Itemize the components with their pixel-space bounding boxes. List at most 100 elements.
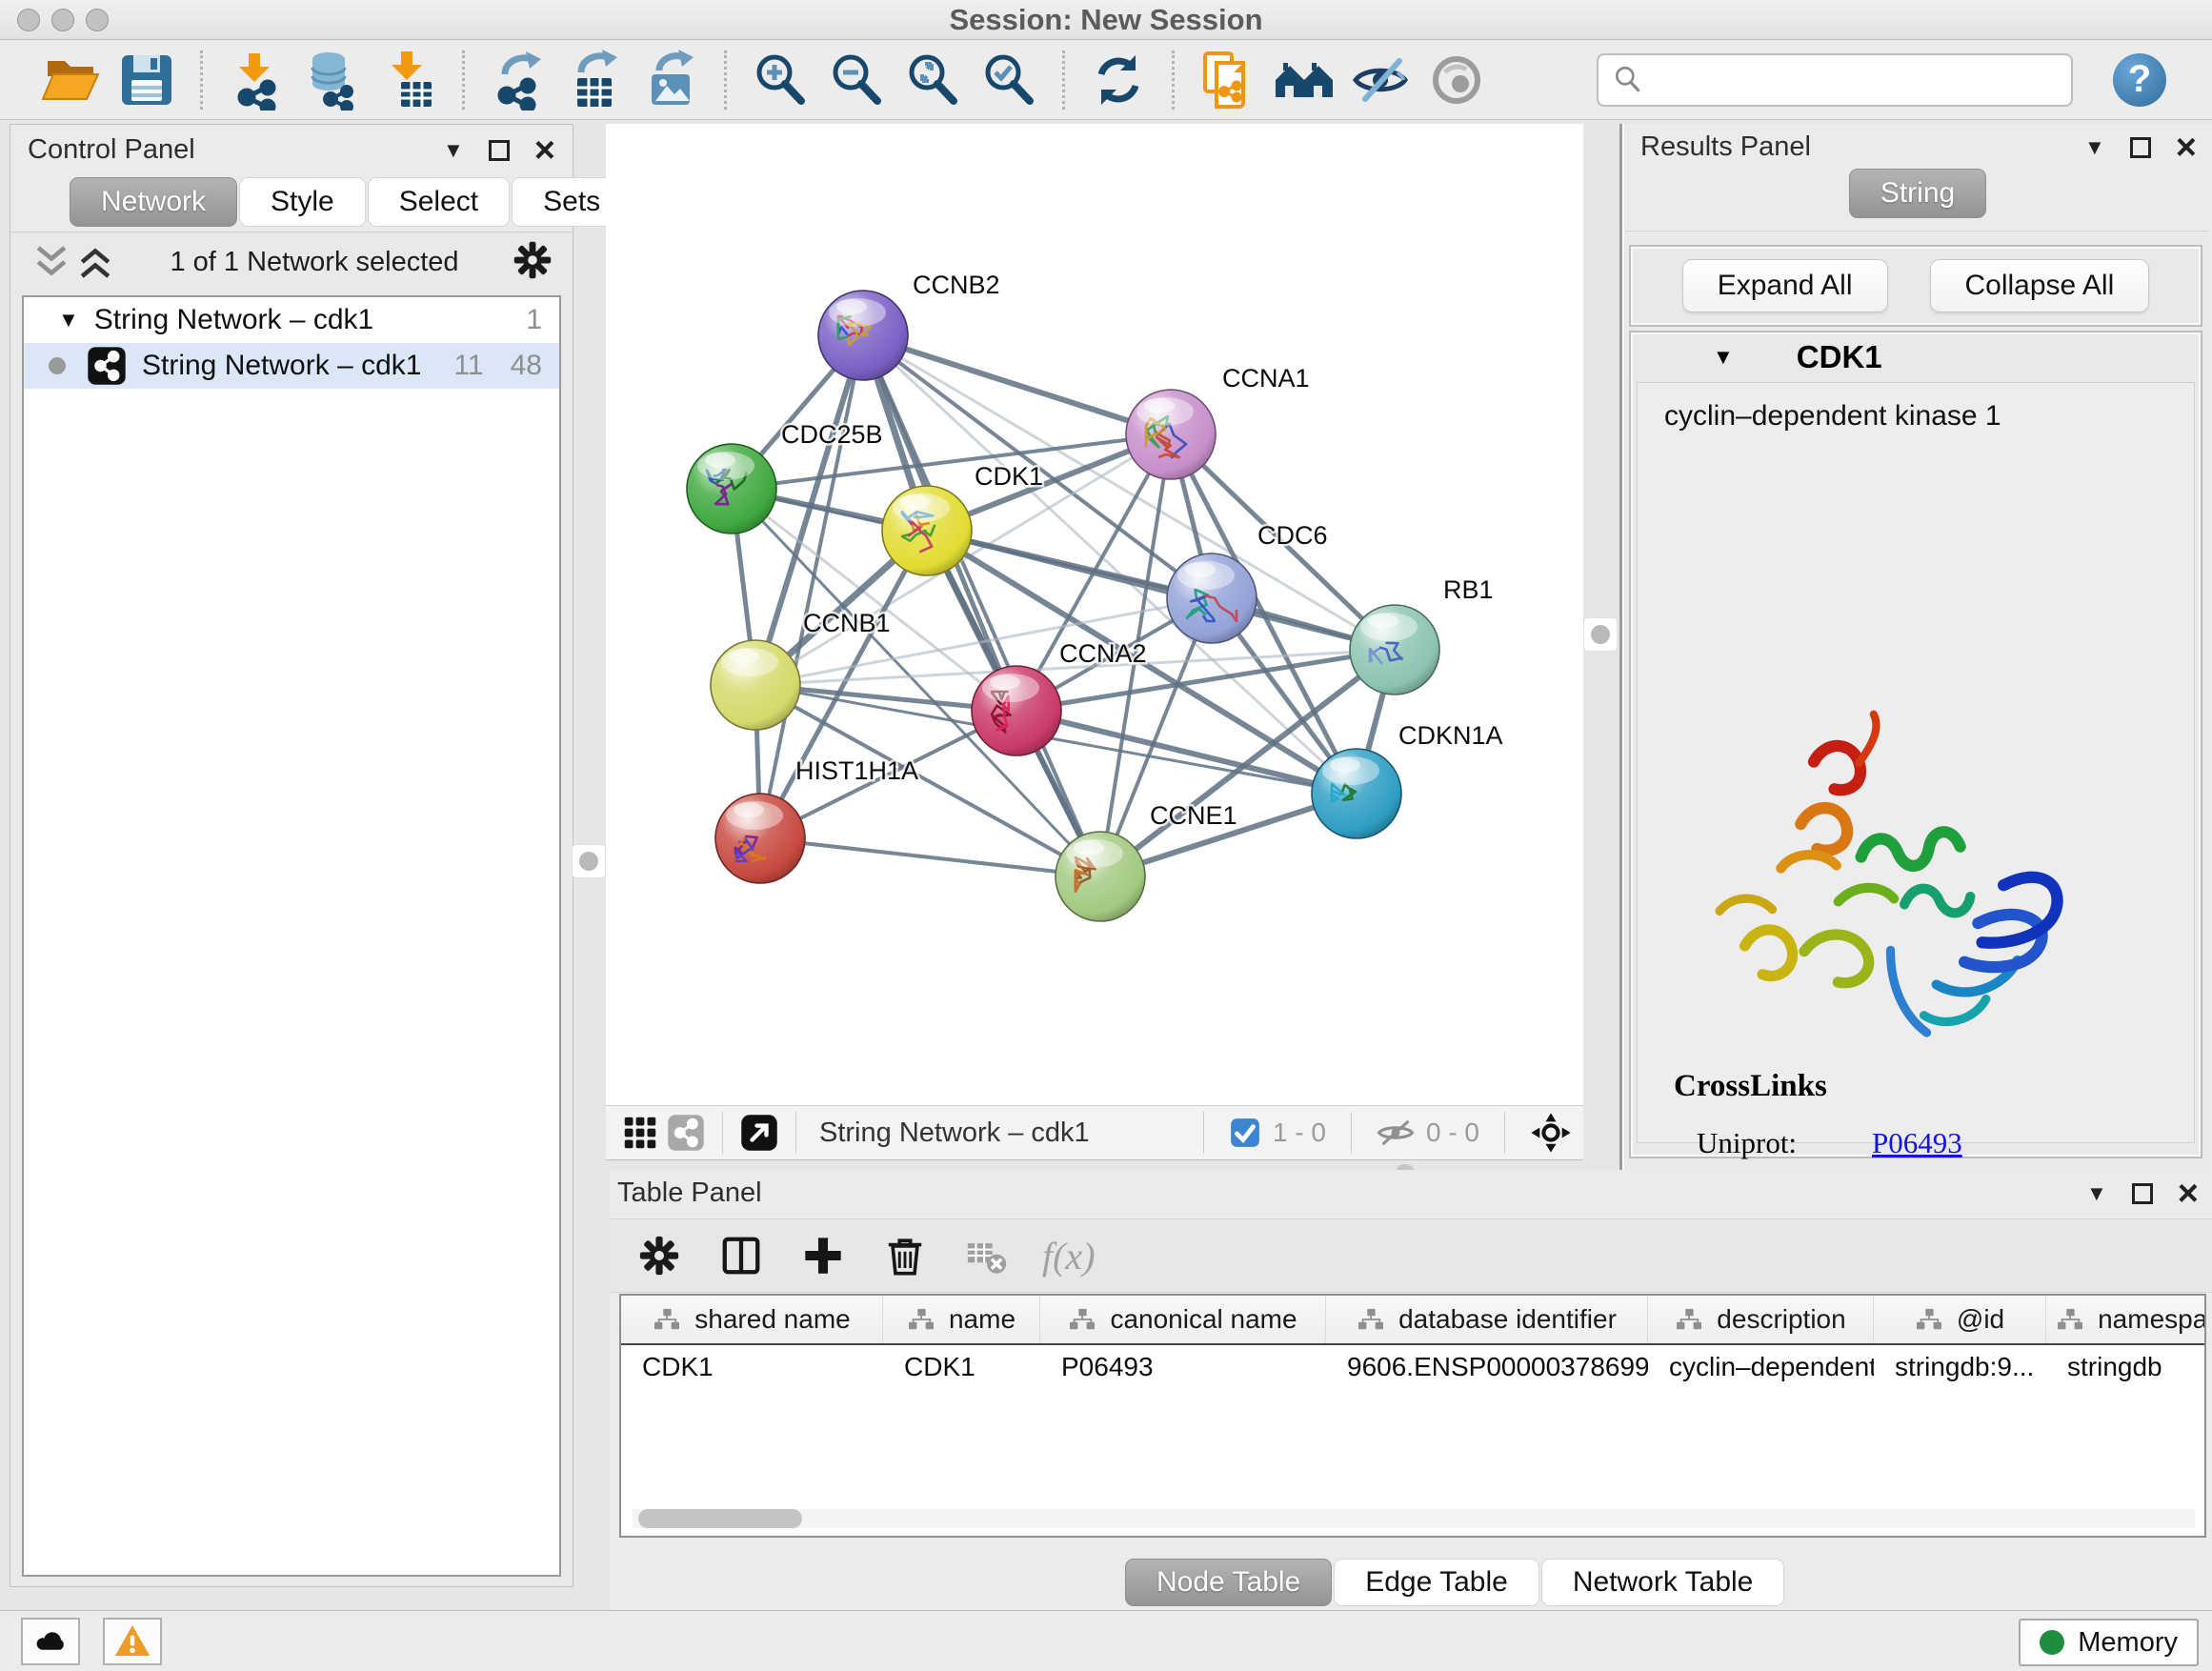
search-field[interactable] [1597,53,2073,107]
network-node-CCNB1[interactable] [711,640,800,730]
tab-string[interactable]: String [1849,169,1986,218]
close-window-button[interactable] [17,9,40,31]
close-panel-icon[interactable]: × [2178,1183,2199,1204]
collection-expander-icon[interactable]: ▼ [58,308,79,332]
help-button[interactable]: ? [2113,53,2166,107]
open-session-button[interactable] [32,43,109,117]
create-column-plus-icon[interactable] [796,1229,850,1282]
network-node-RB1[interactable] [1350,605,1439,695]
memory-button[interactable]: Memory [2019,1619,2199,1666]
collapse-all-chevron-icon[interactable] [30,243,73,281]
network-node-CDKN1A[interactable] [1312,749,1401,838]
search-input[interactable] [1654,65,2058,95]
float-panel-icon[interactable] [2130,137,2151,158]
tab-network-table[interactable]: Network Table [1541,1559,1785,1606]
close-panel-icon[interactable]: × [534,140,555,161]
string-network-graph[interactable]: CCNB2CCNA1CDC25BCDK1CDC6RB1CCNB1CCNA2CDK… [606,124,1583,1105]
delete-column-trash-icon[interactable] [878,1229,932,1282]
export-network-button[interactable] [480,43,556,117]
tab-node-table[interactable]: Node Table [1125,1559,1332,1606]
import-network-database-button[interactable] [294,43,371,117]
table-cell[interactable]: cyclin–dependent ... [1648,1345,1874,1389]
crosslink-link[interactable]: P06493 [1872,1126,1962,1160]
network-collection-row[interactable]: ▼ String Network – cdk1 1 [24,297,559,343]
zoom-fit-button[interactable] [895,43,971,117]
zoom-in-button[interactable] [742,43,818,117]
string-clone-network-button[interactable] [1190,43,1266,117]
column-header-database-identifier[interactable]: database identifier [1326,1296,1648,1343]
collapse-panel-icon[interactable]: ▼ [2084,135,2105,160]
column-header-shared-name[interactable]: shared name [621,1296,883,1343]
export-image-button[interactable] [633,43,709,117]
collapse-panel-icon[interactable]: ▼ [2086,1181,2107,1206]
column-header-canonical-name[interactable]: canonical name [1040,1296,1326,1343]
hide-glass-eye-button[interactable] [1342,43,1418,117]
table-horizontal-scrollbar[interactable] [633,1509,2195,1528]
delete-table-icon[interactable] [960,1229,1014,1282]
save-session-button[interactable] [109,43,185,117]
selected-checkbox-icon[interactable] [1229,1117,1261,1149]
zoom-window-button[interactable] [86,9,109,31]
network-node-CDK1[interactable] [882,486,972,575]
warnings-button[interactable] [103,1618,162,1665]
scrollbar-thumb[interactable] [638,1509,802,1528]
cloud-status-button[interactable] [21,1618,80,1665]
node-table[interactable]: shared namenamecanonical namedatabase id… [619,1294,2206,1538]
column-header-namespace[interactable]: namespace [2046,1296,2206,1343]
show-eye-button[interactable] [1418,43,1495,117]
network-canvas[interactable]: CCNB2CCNA1CDC25BCDK1CDC6RB1CCNB1CCNA2CDK… [606,124,1583,1105]
zoom-out-button[interactable] [818,43,895,117]
tab-network[interactable]: Network [70,177,237,227]
network-node-CDC25B[interactable] [687,444,776,534]
expand-all-chevron-icon[interactable] [73,243,117,281]
detach-view-icon[interactable] [736,1110,782,1156]
birds-eye-crosshair-icon[interactable] [1530,1112,1572,1154]
network-node-CCNA2[interactable] [972,666,1061,755]
table-cell[interactable]: stringdb [2046,1345,2206,1389]
table-cell[interactable]: P06493 [1040,1345,1326,1389]
table-cell[interactable]: CDK1 [621,1345,883,1389]
current-network-dot-icon [49,357,66,374]
string-home-button[interactable] [1266,43,1342,117]
network-options-gear-icon[interactable] [512,239,553,286]
grid-view-icon[interactable] [617,1110,663,1156]
table-options-gear-icon[interactable] [633,1229,686,1282]
function-builder-icon[interactable]: f(x) [1042,1234,1096,1278]
table-cell[interactable]: CDK1 [883,1345,1040,1389]
close-panel-icon[interactable]: × [2176,137,2197,158]
collapse-panel-icon[interactable]: ▼ [443,138,464,163]
tab-edge-table[interactable]: Edge Table [1334,1559,1539,1606]
table-cell[interactable]: 9606.ENSP00000378699 [1326,1345,1648,1389]
column-header-name[interactable]: name [883,1296,1040,1343]
hidden-eye-icon[interactable] [1377,1118,1415,1147]
table-cell[interactable]: stringdb:9... [1874,1345,2046,1389]
left-splitter-handle[interactable] [572,844,606,878]
float-panel-icon[interactable] [2132,1183,2153,1204]
share-view-icon[interactable] [663,1110,709,1156]
minimize-window-button[interactable] [51,9,74,31]
collapse-all-button[interactable]: Collapse All [1930,259,2150,312]
refresh-layout-button[interactable] [1080,43,1156,117]
network-row-selected[interactable]: String Network – cdk1 11 48 [24,343,559,389]
table-row[interactable]: CDK1CDK1P064939606.ENSP00000378699cyclin… [621,1345,2204,1389]
zoom-selected-icon [978,50,1039,111]
entry-expander-icon[interactable]: ▼ [1713,345,1734,370]
column-header--id[interactable]: @id [1874,1296,2046,1343]
show-columns-icon[interactable] [714,1229,768,1282]
network-node-CCNB2[interactable] [818,291,908,380]
zoom-selected-button[interactable] [971,43,1047,117]
column-header-description[interactable]: description [1648,1296,1874,1343]
network-node-CCNE1[interactable] [1056,832,1145,921]
float-panel-icon[interactable] [489,140,510,161]
import-network-file-button[interactable] [218,43,294,117]
right-splitter-handle[interactable] [1583,617,1618,652]
tab-select[interactable]: Select [368,177,510,227]
import-table-file-button[interactable] [371,43,447,117]
node-label-CCNE1: CCNE1 [1150,801,1237,830]
network-node-CCNA1[interactable] [1126,390,1216,479]
export-table-button[interactable] [556,43,633,117]
expand-all-button[interactable]: Expand All [1682,259,1888,312]
network-node-CDC6[interactable] [1167,554,1257,643]
network-node-HIST1H1A[interactable] [715,794,805,883]
tab-style[interactable]: Style [239,177,366,227]
